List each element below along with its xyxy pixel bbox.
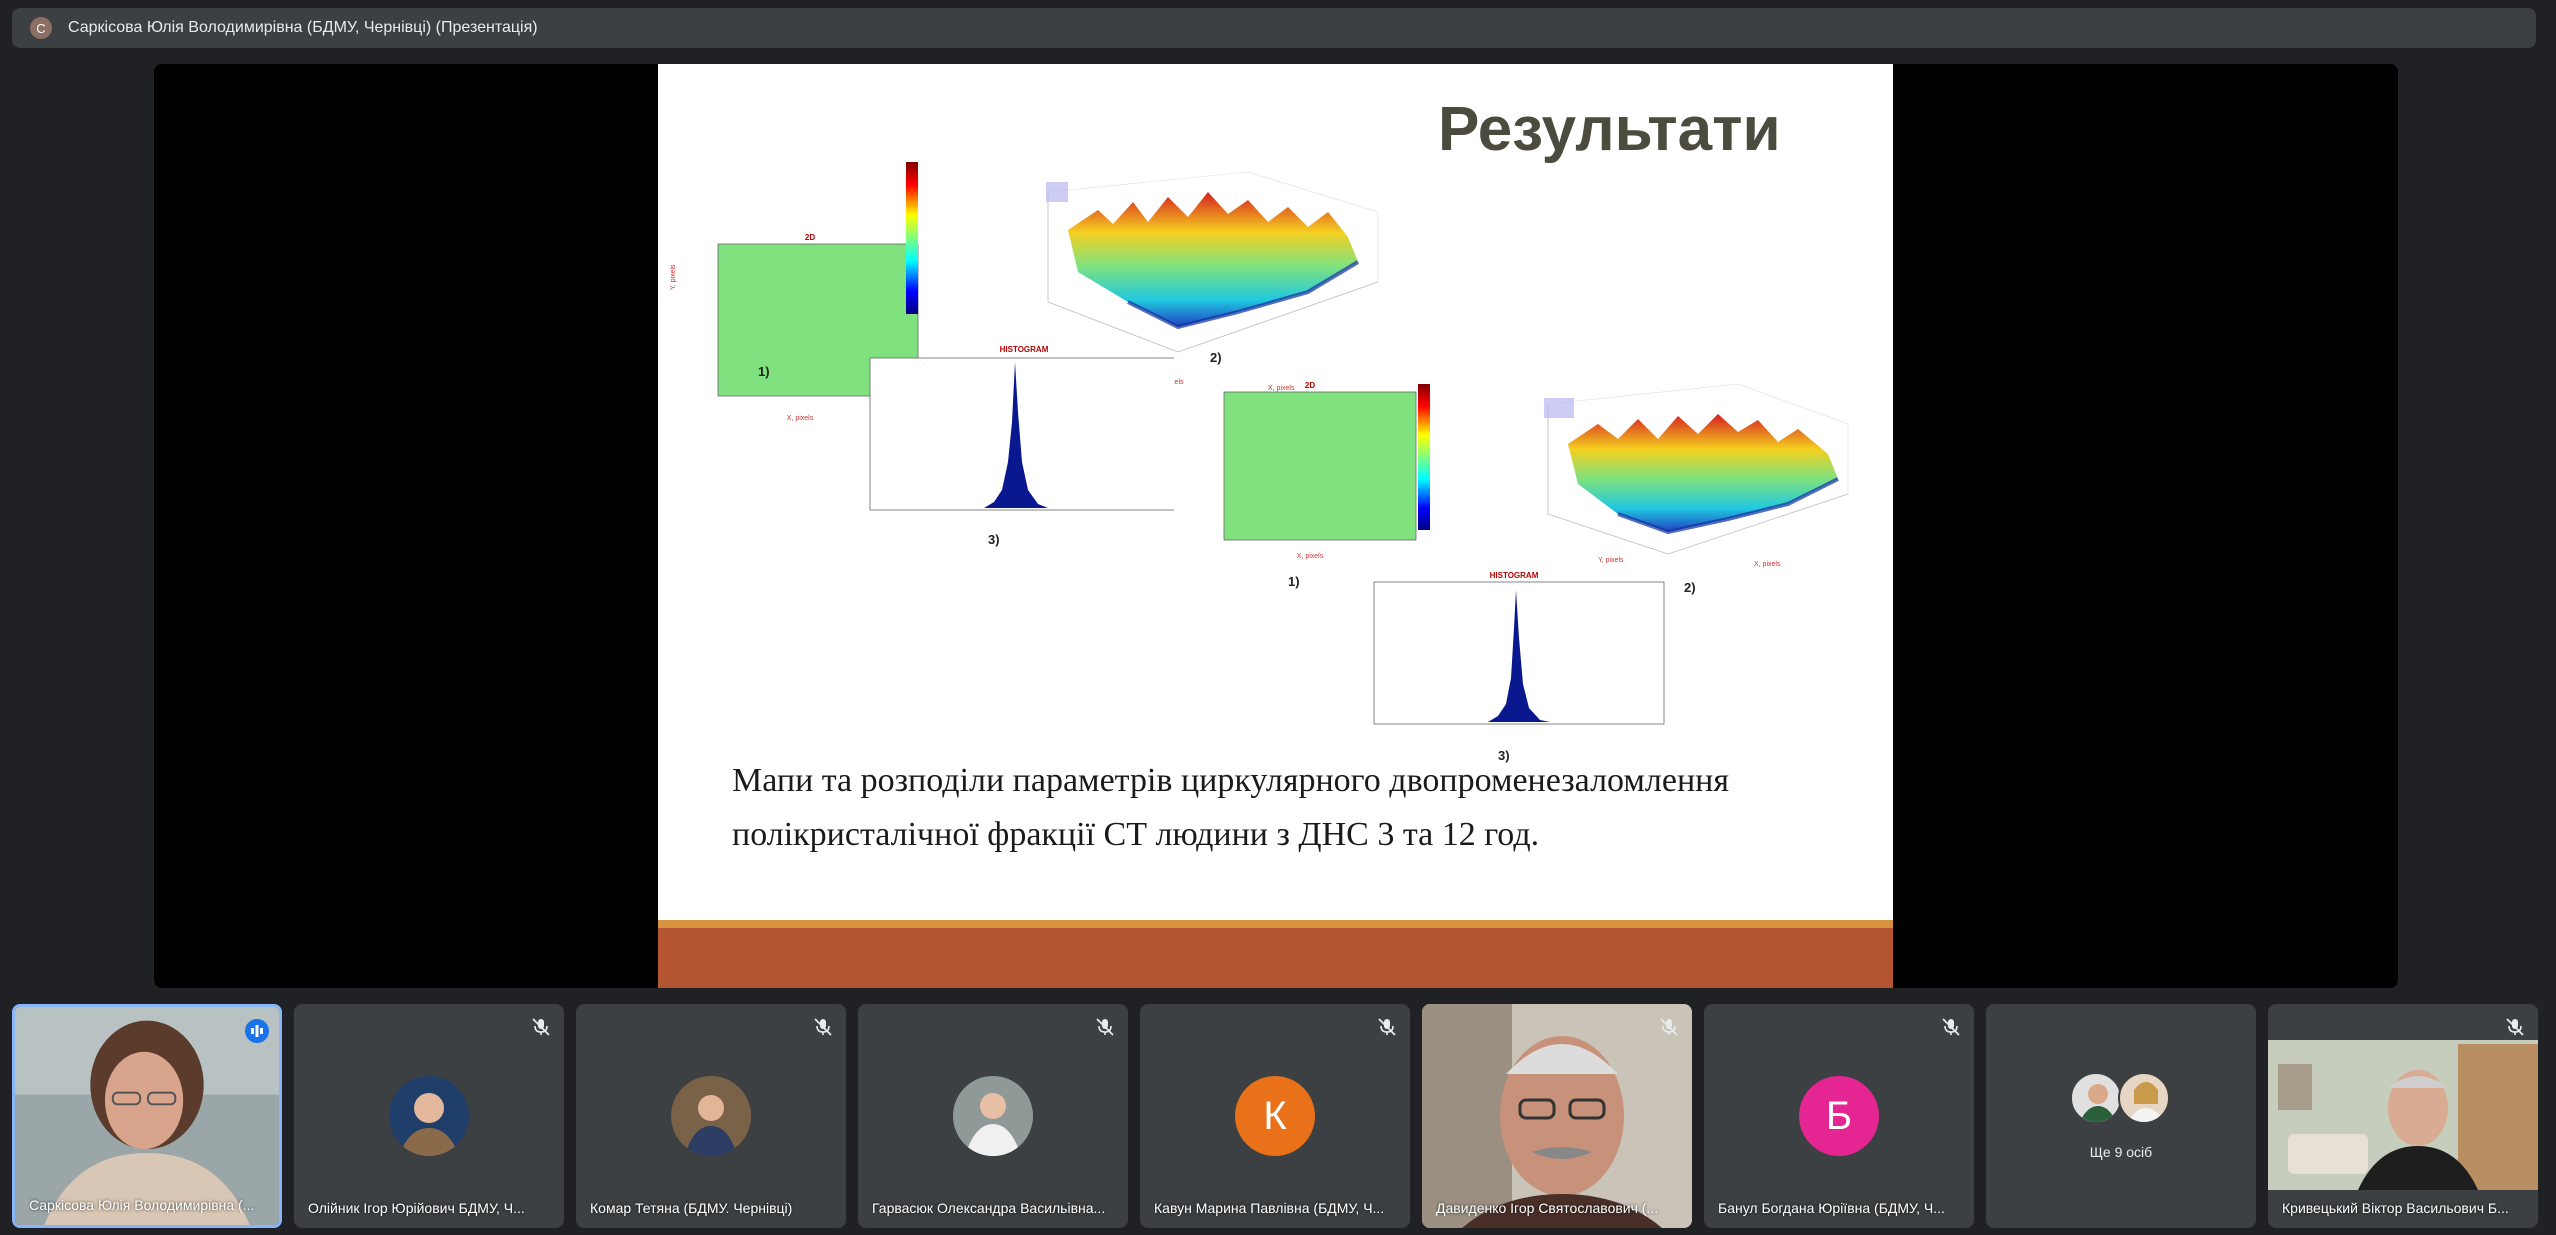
participant-tile-5[interactable]: Давиденко Ігор Святославович (... [1422,1004,1692,1228]
more-participants-label: Ще 9 осіб [2089,1144,2153,1160]
caption-line-2: полікристалічної фракції СТ людини з ДНС… [732,816,1540,853]
mic-off-icon [814,1018,832,1036]
participant-avatar-small [2118,1072,2170,1124]
presentation-title: Саркісова Юлія Володимирівна (БДМУ, Черн… [68,19,538,36]
slide: Результати 2D Y, pixels X, pixels 1) pix… [658,64,1893,988]
y-axis-label: Y, pixels [670,264,677,290]
participant-video [1422,1004,1692,1228]
mic-off-icon [2506,1018,2524,1036]
map-title-b: 2D [1305,382,1315,390]
participant-avatar [953,1076,1033,1156]
participant-tile-2[interactable]: Комар Тетяна (БДМУ. Чернівці) [576,1004,846,1228]
participant-avatar [671,1076,751,1156]
participant-tile-8[interactable]: Кривецький Віктор Васильович Б... [2268,1004,2538,1228]
participant-tile-3[interactable]: Гарвасюк Олександра Васильівна... [858,1004,1128,1228]
more-participants-tile[interactable]: Ще 9 осіб [1986,1004,2256,1228]
y-axis-label-3d-b: Y, pixels [1598,557,1624,564]
participant-avatar [389,1076,469,1156]
histogram-title: HISTOGRAM [1000,345,1049,354]
participant-name: Саркісова Юлія Володимирівна (... [29,1197,255,1213]
participant-avatar: Б [1799,1076,1879,1156]
participant-avatar-small [2070,1072,2122,1124]
x-axis-label-b: X, pixels [1297,553,1324,560]
participant-name: Кривецький Віктор Васильович Б... [2282,1200,2509,1216]
participant-name: Банул Богдана Юріївна (БДМУ, Ч... [1718,1200,1945,1216]
figure-label-a3: 3) [988,532,1000,547]
participant-avatar: К [1235,1076,1315,1156]
participant-tile-6[interactable]: Б Банул Богдана Юріївна (БДМУ, Ч... [1704,1004,1974,1228]
mic-off-icon [1660,1018,1678,1036]
slide-title: Результати [1438,95,1781,164]
mic-off-icon [532,1018,550,1036]
slide-caption: Мапи та розподіли параметрів циркулярног… [732,754,1852,862]
figure-label-b2: 2) [1684,580,1696,595]
map-title: 2D [805,233,815,242]
participant-name: Кавун Марина Павлівна (БДМУ, Ч... [1154,1200,1385,1216]
figure-label-a2: 2) [1210,350,1222,365]
figure-a3-histogram: HISTOGRAM [834,342,1174,512]
figure-label-b1: 1) [1288,574,1300,589]
x-axis-label: X, pixels [787,415,814,422]
histogram-title-b: HISTOGRAM [1490,571,1539,580]
presentation-stage[interactable]: Результати 2D Y, pixels X, pixels 1) pix… [154,64,2398,988]
participant-strip: Саркісова Юлія Володимирівна (... Олійни… [12,1004,2544,1230]
slide-bottom-band [658,920,1893,988]
x-axis-label-3d-b: X, pixels [1754,561,1781,568]
participant-tile-1[interactable]: Олійник Ігор Юрійович БДМУ, Ч... [294,1004,564,1228]
presenter-avatar: С [30,17,52,39]
caption-line-1: Мапи та розподіли параметрів циркулярног… [732,762,1729,799]
participant-tile-presenter[interactable]: Саркісова Юлія Володимирівна (... [12,1004,282,1228]
mic-off-icon [1378,1018,1396,1036]
participant-name: Гарвасюк Олександра Васильівна... [872,1200,1106,1216]
participant-tile-4[interactable]: К Кавун Марина Павлівна (БДМУ, Ч... [1140,1004,1410,1228]
presentation-header: С Саркісова Юлія Володимирівна (БДМУ, Че… [12,8,2536,48]
figure-label-a1: 1) [758,364,770,379]
mic-off-icon [1096,1018,1114,1036]
colorbar-a1 [904,160,944,320]
participant-name: Комар Тетяна (БДМУ. Чернівці) [590,1200,793,1216]
presenter-video [15,1007,279,1225]
participant-name: Давиденко Ігор Святославович (... [1436,1200,1659,1216]
participant-name: Олійник Ігор Юрійович БДМУ, Ч... [308,1200,525,1216]
speaking-indicator-icon [245,1019,269,1043]
participant-video [2268,1004,2538,1228]
figure-b3-histogram: HISTOGRAM [1338,568,1678,728]
mic-off-icon [1942,1018,1960,1036]
